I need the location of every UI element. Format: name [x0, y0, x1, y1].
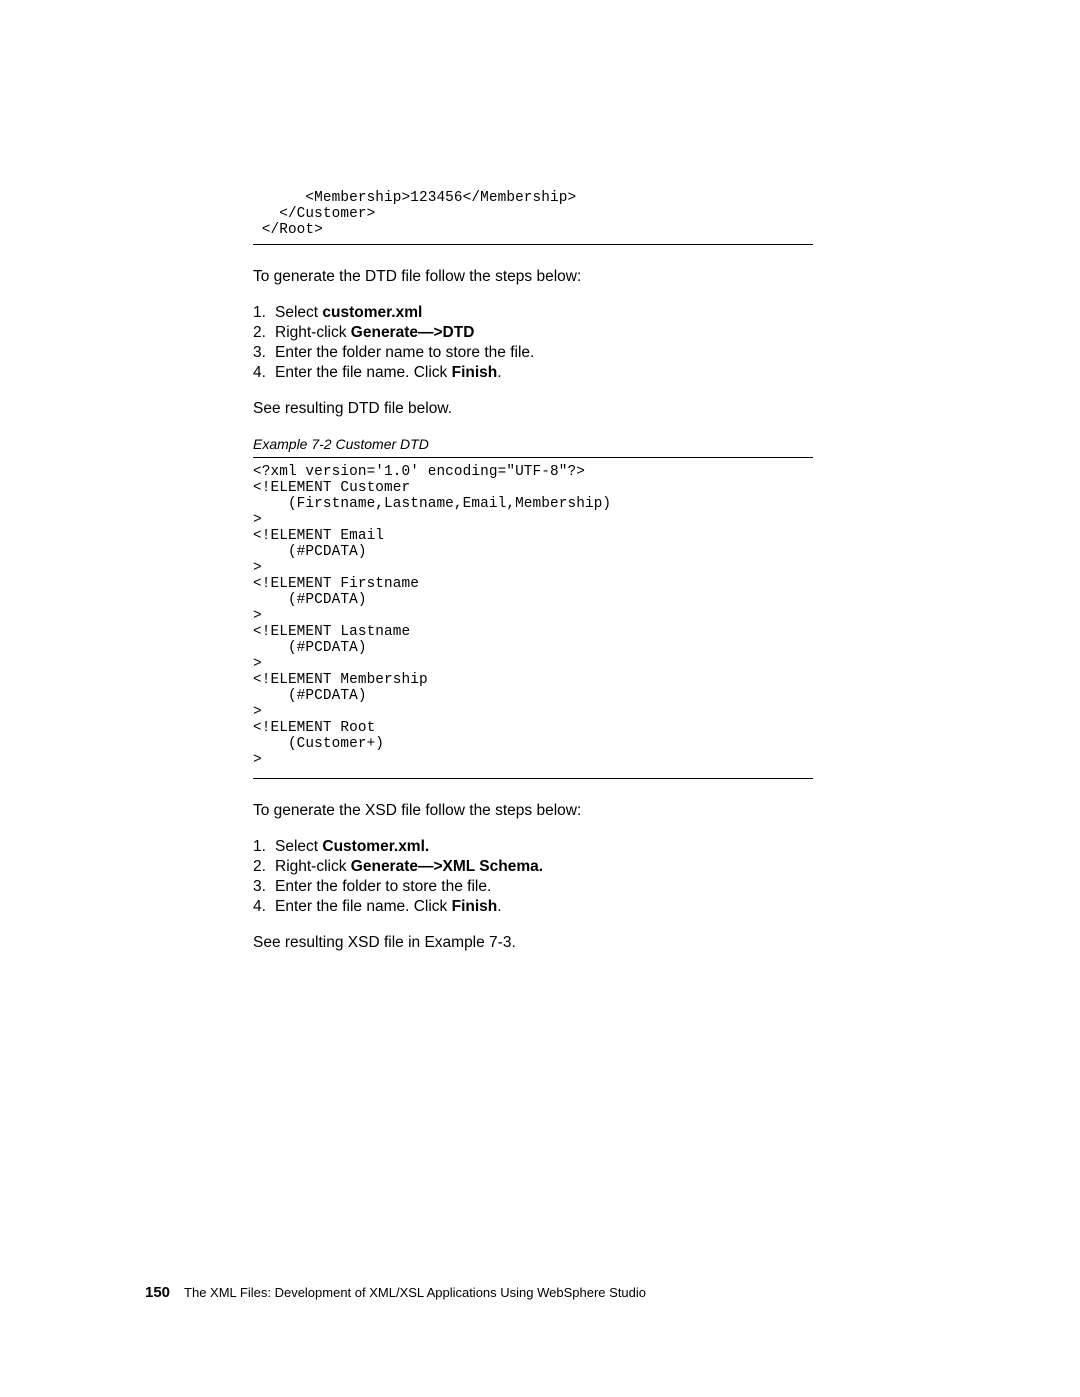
step-xsd-1: Select Customer.xml.: [253, 837, 813, 857]
step-bold: Finish: [452, 898, 498, 915]
steps-dtd: Select customer.xml Right-click Generate…: [253, 303, 813, 383]
step-text: Enter the folder to store the file.: [275, 878, 491, 895]
step-text: Right-click: [275, 858, 351, 875]
step-text: Right-click: [275, 324, 351, 341]
step-bold: Finish: [452, 364, 498, 381]
step-text: Select: [275, 304, 322, 321]
step-text: Enter the file name. Click: [275, 898, 452, 915]
step-text: .: [497, 364, 501, 381]
see-dtd: See resulting DTD file below.: [253, 399, 813, 419]
running-header: The XML Files: Development of XML/XSL Ap…: [184, 1285, 646, 1300]
page: <Membership>123456</Membership> </Custom…: [0, 0, 1080, 1397]
step-xsd-4: Enter the file name. Click Finish.: [253, 897, 813, 917]
intro-xsd: To generate the XSD file follow the step…: [253, 801, 813, 821]
step-dtd-4: Enter the file name. Click Finish.: [253, 363, 813, 383]
step-bold: Generate—>XML Schema.: [351, 858, 543, 875]
steps-xsd: Select Customer.xml. Right-click Generat…: [253, 837, 813, 917]
step-text: .: [497, 898, 501, 915]
step-text: Enter the folder name to store the file.: [275, 344, 534, 361]
step-xsd-2: Right-click Generate—>XML Schema.: [253, 857, 813, 877]
step-text: Select: [275, 838, 322, 855]
step-dtd-2: Right-click Generate—>DTD: [253, 323, 813, 343]
page-number: 150: [145, 1284, 170, 1301]
code-fragment-top: <Membership>123456</Membership> </Custom…: [253, 190, 813, 238]
step-dtd-3: Enter the folder name to store the file.: [253, 343, 813, 363]
page-footer: 150 The XML Files: Development of XML/XSL…: [145, 1285, 646, 1301]
step-xsd-3: Enter the folder to store the file.: [253, 877, 813, 897]
content-area: <Membership>123456</Membership> </Custom…: [253, 190, 813, 953]
step-bold: Generate—>DTD: [351, 324, 475, 341]
step-bold: customer.xml: [322, 304, 422, 321]
example-caption: Example 7-2 Customer DTD: [253, 435, 813, 453]
code-dtd: <?xml version='1.0' encoding="UTF-8"?> <…: [253, 464, 813, 768]
step-bold: Customer.xml.: [322, 838, 429, 855]
see-xsd: See resulting XSD file in Example 7-3.: [253, 933, 813, 953]
intro-dtd: To generate the DTD file follow the step…: [253, 267, 813, 287]
step-text: Enter the file name. Click: [275, 364, 452, 381]
step-dtd-1: Select customer.xml: [253, 303, 813, 323]
